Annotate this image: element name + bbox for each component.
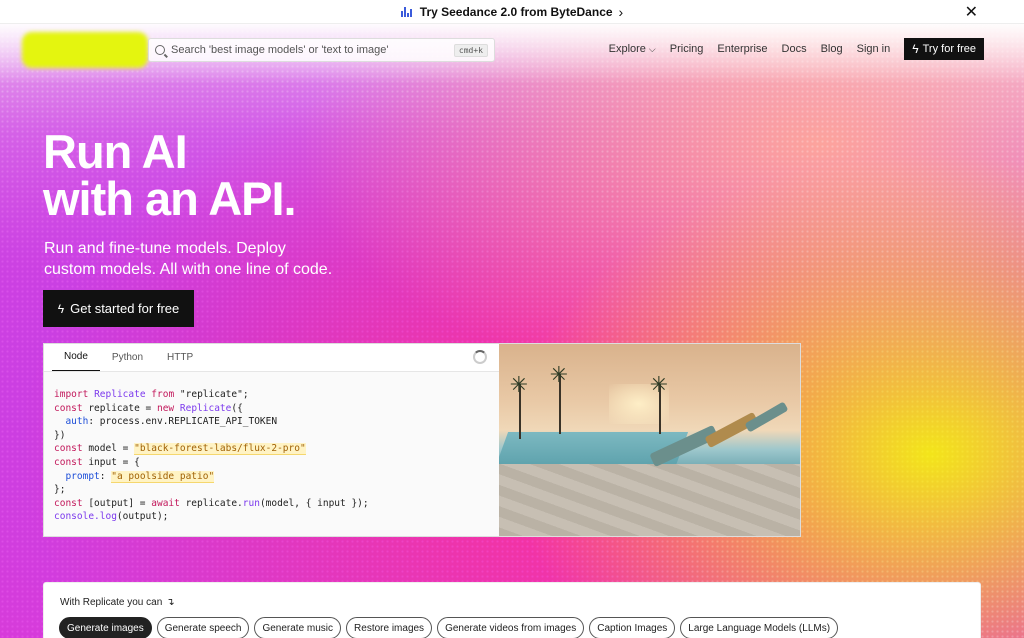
code-example-card: Node Python HTTP import Replicate from "…	[43, 343, 801, 537]
bytedance-logo-icon	[400, 6, 412, 17]
code-token: const	[54, 402, 83, 414]
code-pane: Node Python HTTP import Replicate from "…	[44, 344, 499, 536]
code-token: ;	[242, 389, 249, 400]
search-icon	[155, 45, 165, 55]
code-token: "replicate"	[179, 389, 243, 400]
chip-llms[interactable]: Large Language Models (LLMs)	[680, 617, 839, 638]
capabilities-panel: With Replicate you can ↴ Generate images …	[43, 582, 981, 638]
nav-links: Explore ⌵ Pricing Enterprise Docs Blog Si…	[609, 38, 984, 60]
chip-generate-music[interactable]: Generate music	[254, 617, 342, 638]
nav-enterprise[interactable]: Enterprise	[717, 43, 767, 55]
chip-generate-speech[interactable]: Generate speech	[156, 617, 250, 638]
announcement-bar[interactable]: Try Seedance 2.0 from ByteDance › ✕	[0, 0, 1024, 24]
code-token: const	[54, 497, 83, 509]
headline-line-1: Run AI	[43, 125, 188, 178]
chip-caption-images[interactable]: Caption Images	[589, 617, 676, 638]
nav-explore-label: Explore	[608, 43, 646, 55]
code-token: : process.env.REPLICATE_API_TOKEN	[88, 416, 278, 428]
code-token: auth	[65, 416, 89, 428]
image-palm	[510, 372, 528, 439]
code-snippet: import Replicate from "replicate"; const…	[44, 372, 499, 540]
hero-section	[0, 24, 1024, 638]
tab-http[interactable]: HTTP	[155, 352, 205, 371]
code-prompt-string: "a poolside patio"	[111, 470, 215, 483]
code-token: prompt	[65, 470, 100, 482]
code-token: console.log	[54, 511, 117, 523]
hero-subhead: Run and fine-tune models. Deploy custom …	[44, 238, 384, 280]
brand-logo[interactable]	[22, 32, 148, 68]
chip-restore-images[interactable]: Restore images	[346, 617, 433, 638]
loading-spinner-icon	[472, 350, 487, 364]
search-placeholder: Search 'best image models' or 'text to i…	[171, 44, 389, 56]
code-token: replicate.	[179, 497, 243, 509]
headline-line-2: with an API.	[43, 172, 297, 225]
nav-sign-in[interactable]: Sign in	[857, 43, 891, 55]
code-token: })	[54, 429, 66, 441]
page-title: Run AI with an API.	[43, 125, 297, 225]
bolt-icon: ϟ	[57, 301, 65, 316]
code-token: from	[151, 389, 175, 400]
try-for-free-button[interactable]: ϟ Try for free	[904, 38, 984, 60]
code-token: (output);	[116, 511, 169, 523]
chevron-right-icon: ›	[618, 3, 624, 20]
code-token: input = {	[82, 456, 140, 468]
code-model-string: "black-forest-labs/flux-2-pro"	[134, 443, 306, 456]
get-started-button[interactable]: ϟ Get started for free	[43, 290, 194, 327]
nav-pricing[interactable]: Pricing	[670, 43, 704, 55]
code-token: const	[54, 443, 83, 455]
image-deck	[498, 464, 800, 536]
capability-chips: Generate images Generate speech Generate…	[59, 617, 839, 638]
bolt-icon: ϟ	[912, 42, 919, 56]
subhead-line-1: Run and fine-tune models. Deploy	[44, 240, 286, 257]
code-token: };	[54, 484, 66, 496]
code-token: model =	[82, 443, 135, 455]
code-token: replicate =	[82, 402, 157, 414]
code-token: Replicate	[94, 389, 146, 400]
nav-docs[interactable]: Docs	[782, 43, 807, 55]
language-tabs: Node Python HTTP	[44, 344, 499, 372]
subhead-line-2: custom models. All with one line of code…	[44, 261, 333, 278]
code-token: Replicate	[179, 402, 232, 414]
tab-python[interactable]: Python	[100, 352, 155, 371]
code-token: new	[156, 402, 175, 414]
close-icon[interactable]: ✕	[965, 2, 978, 22]
arrow-down-right-icon: ↴	[166, 597, 175, 608]
chip-generate-videos[interactable]: Generate videos from images	[437, 617, 585, 638]
try-for-free-label: Try for free	[922, 43, 976, 55]
search-shortcut-badge: cmd+k	[453, 43, 488, 57]
code-token: const	[54, 456, 83, 468]
code-token: :	[99, 470, 112, 482]
code-token: await	[151, 497, 180, 509]
get-started-label: Get started for free	[70, 301, 180, 316]
top-nav: Search 'best image models' or 'text to i…	[0, 32, 1024, 68]
nav-explore[interactable]: Explore ⌵	[609, 43, 656, 55]
chevron-down-icon: ⌵	[648, 44, 656, 54]
code-token: [output] =	[82, 497, 152, 509]
image-palm	[550, 362, 568, 434]
code-token: ({	[231, 402, 243, 414]
code-token: run	[242, 497, 260, 509]
code-token: import	[54, 389, 89, 400]
image-palm	[650, 372, 668, 434]
capabilities-label: With Replicate you can ↴	[60, 597, 175, 608]
tab-node[interactable]: Node	[52, 351, 100, 371]
announcement-text[interactable]: Try Seedance 2.0 from ByteDance	[420, 5, 613, 19]
chip-generate-images[interactable]: Generate images	[59, 617, 152, 638]
nav-blog[interactable]: Blog	[821, 43, 843, 55]
output-image-poolside-patio	[498, 344, 800, 536]
capabilities-label-text: With Replicate you can	[60, 597, 163, 608]
search-input[interactable]: Search 'best image models' or 'text to i…	[148, 38, 495, 62]
code-token: (model, { input });	[259, 497, 369, 509]
